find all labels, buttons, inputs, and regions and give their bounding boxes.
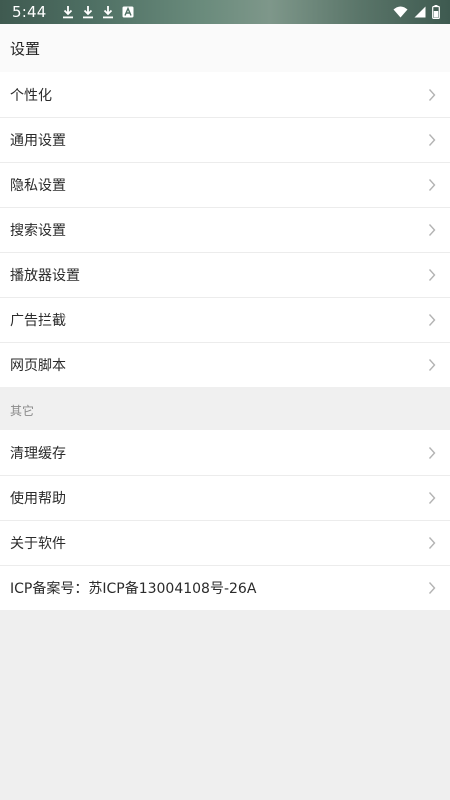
chevron-right-icon xyxy=(428,358,436,372)
settings-item-personalization[interactable]: 个性化 xyxy=(0,72,450,117)
settings-item-icp[interactable]: ICP备案号：苏ICP备13004108号-26A xyxy=(0,565,450,610)
settings-item-label: 清理缓存 xyxy=(10,445,66,462)
settings-item-ad-block[interactable]: 广告拦截 xyxy=(0,297,450,342)
section-header-other: 其它 xyxy=(0,390,450,430)
download-icon xyxy=(82,5,94,19)
settings-item-label: 网页脚本 xyxy=(10,357,66,374)
settings-item-about[interactable]: 关于软件 xyxy=(0,520,450,565)
settings-item-label: 隐私设置 xyxy=(10,177,66,194)
settings-item-privacy[interactable]: 隐私设置 xyxy=(0,162,450,207)
other-list: 清理缓存 使用帮助 关于软件 ICP备案号：苏ICP备13004108号-26A xyxy=(0,430,450,610)
chevron-right-icon xyxy=(428,223,436,237)
download-icon xyxy=(102,5,114,19)
status-bar: 5:44 xyxy=(0,0,450,24)
settings-item-label: 个性化 xyxy=(10,87,52,104)
settings-item-web-scripts[interactable]: 网页脚本 xyxy=(0,342,450,387)
chevron-right-icon xyxy=(428,268,436,282)
battery-icon xyxy=(432,5,440,19)
settings-item-player[interactable]: 播放器设置 xyxy=(0,252,450,297)
section-title: 其它 xyxy=(10,403,35,418)
settings-item-label: 通用设置 xyxy=(10,132,66,149)
chevron-right-icon xyxy=(428,178,436,192)
chevron-right-icon xyxy=(428,536,436,550)
status-time: 5:44 xyxy=(12,3,47,21)
settings-item-clear-cache[interactable]: 清理缓存 xyxy=(0,430,450,475)
chevron-right-icon xyxy=(428,133,436,147)
chevron-right-icon xyxy=(428,313,436,327)
settings-item-label: 搜索设置 xyxy=(10,222,66,239)
page-title: 设置 xyxy=(10,39,41,58)
settings-item-general[interactable]: 通用设置 xyxy=(0,117,450,162)
settings-item-help[interactable]: 使用帮助 xyxy=(0,475,450,520)
chevron-right-icon xyxy=(428,491,436,505)
system-icons xyxy=(393,5,440,19)
chevron-right-icon xyxy=(428,446,436,460)
signal-icon xyxy=(414,6,426,18)
settings-item-label: 播放器设置 xyxy=(10,267,80,284)
settings-item-label: 广告拦截 xyxy=(10,312,66,329)
settings-item-label: ICP备案号：苏ICP备13004108号-26A xyxy=(10,580,257,597)
wifi-icon xyxy=(393,6,408,18)
settings-list: 个性化 通用设置 隐私设置 搜索设置 播放器设置 广告拦截 网页脚本 xyxy=(0,72,450,387)
notification-icons xyxy=(62,5,134,19)
accessibility-icon xyxy=(122,6,134,18)
settings-item-search[interactable]: 搜索设置 xyxy=(0,207,450,252)
settings-item-label: 使用帮助 xyxy=(10,490,66,507)
settings-header: 设置 xyxy=(0,24,450,72)
download-icon xyxy=(62,5,74,19)
chevron-right-icon xyxy=(428,88,436,102)
chevron-right-icon xyxy=(428,581,436,595)
settings-item-label: 关于软件 xyxy=(10,535,66,552)
